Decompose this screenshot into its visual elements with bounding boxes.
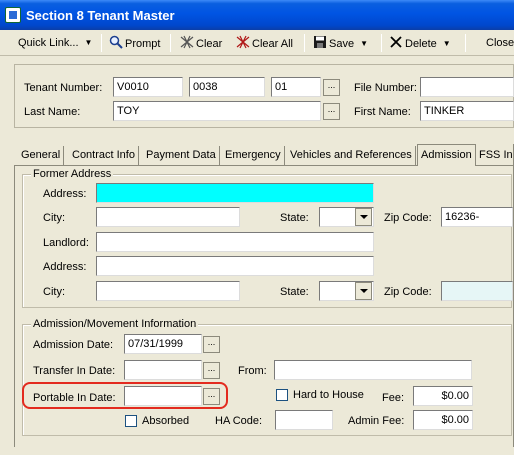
- tab-strip: General Contract Info Payment Data Emerg…: [14, 144, 514, 166]
- landlord-zip-code-field[interactable]: [441, 281, 513, 301]
- city-field[interactable]: [96, 207, 240, 227]
- clear-button[interactable]: Clear: [180, 35, 222, 51]
- tenant-number-lookup-button[interactable]: ...: [323, 79, 340, 96]
- prompt-button[interactable]: Prompt: [109, 35, 160, 51]
- tab-emergency[interactable]: Emergency: [222, 146, 285, 166]
- tenant-number-label: Tenant Number:: [24, 82, 103, 94]
- toolbar-separator: [101, 34, 102, 52]
- clear-all-button[interactable]: Clear All: [236, 35, 293, 51]
- landlord-address-label: Address:: [43, 261, 87, 273]
- admission-date-label: Admission Date:: [33, 339, 114, 351]
- last-name-field[interactable]: TOY: [113, 101, 321, 121]
- admission-date-picker-button[interactable]: ...: [203, 336, 220, 353]
- landlord-zip-code-label: Zip Code:: [384, 286, 432, 298]
- close-label: Close: [486, 37, 514, 49]
- hard-to-house-checkbox[interactable]: [276, 389, 288, 401]
- toolbar-separator: [465, 34, 466, 52]
- tab-vehicles-and-references[interactable]: Vehicles and References: [287, 146, 416, 166]
- toolbar-separator: [304, 34, 305, 52]
- title-bar: Section 8 Tenant Master: [0, 0, 514, 30]
- toolbar-separator: [381, 34, 382, 52]
- clear-all-icon: [236, 35, 250, 49]
- absorbed-label: Absorbed: [142, 415, 190, 427]
- clear-icon: [180, 35, 194, 49]
- tab-payment-data[interactable]: Payment Data: [143, 146, 220, 166]
- hard-to-house-label: Hard to House: [293, 389, 364, 401]
- chevron-down-icon: ▼: [84, 38, 93, 47]
- zip-code-field[interactable]: 16236-: [441, 207, 513, 227]
- clear-label: Clear: [196, 38, 223, 50]
- window-bottom-edge: [0, 447, 514, 455]
- fee-field[interactable]: $0.00: [413, 386, 473, 406]
- landlord-field[interactable]: [96, 232, 374, 252]
- close-button[interactable]: Close: [486, 35, 514, 51]
- tab-general[interactable]: General: [18, 146, 65, 166]
- toolbar-separator: [170, 34, 171, 52]
- ha-code-label: HA Code:: [215, 415, 263, 427]
- landlord-city-label: City:: [43, 286, 65, 298]
- transfer-in-date-field[interactable]: [124, 360, 202, 380]
- tenant-number-field-1[interactable]: V0010: [113, 77, 183, 97]
- last-name-label: Last Name:: [24, 106, 81, 118]
- tenant-number-field-3[interactable]: 01: [271, 77, 321, 97]
- first-name-label: First Name:: [354, 106, 411, 118]
- last-name-lookup-button[interactable]: ...: [323, 103, 340, 120]
- tab-admission[interactable]: Admission: [417, 144, 476, 166]
- app-icon: [5, 7, 21, 23]
- chevron-down-icon[interactable]: [355, 208, 372, 226]
- highlight-annotation: [22, 382, 228, 409]
- address-field[interactable]: [96, 183, 374, 203]
- address-label: Address:: [43, 188, 87, 200]
- fee-label: Fee:: [382, 392, 405, 404]
- save-label: Save: [329, 38, 355, 50]
- quick-link-button[interactable]: Quick Link... ▼: [18, 35, 92, 51]
- state-label: State:: [280, 212, 309, 224]
- from-field[interactable]: [274, 360, 472, 380]
- magnifier-icon: [109, 35, 123, 49]
- admission-date-field[interactable]: 07/31/1999: [124, 334, 202, 354]
- close-x-icon: [389, 35, 403, 48]
- delete-label: Delete: [405, 38, 437, 50]
- from-label: From:: [238, 365, 267, 377]
- chevron-down-icon[interactable]: [355, 282, 372, 300]
- tab-contract-info[interactable]: Contract Info: [69, 146, 139, 166]
- toolbar: Quick Link... ▼ Prompt Clear Clear All Sa…: [0, 30, 514, 56]
- chevron-down-icon: ▼: [360, 39, 368, 48]
- clear-all-label: Clear All: [252, 38, 293, 50]
- save-button[interactable]: Save ▼: [313, 35, 368, 51]
- admin-fee-label: Admin Fee:: [348, 415, 405, 427]
- file-number-field[interactable]: [420, 77, 514, 97]
- city-label: City:: [43, 212, 65, 224]
- admission-movement-title: Admission/Movement Information: [31, 318, 199, 330]
- zip-code-label: Zip Code:: [384, 212, 432, 224]
- ha-code-field[interactable]: [275, 410, 333, 430]
- tenant-number-field-2[interactable]: 0038: [189, 77, 265, 97]
- former-address-title: Former Address: [31, 168, 114, 180]
- landlord-address-field[interactable]: [96, 256, 374, 276]
- transfer-in-date-picker-button[interactable]: ...: [203, 362, 220, 379]
- window-title: Section 8 Tenant Master: [26, 8, 175, 23]
- transfer-in-date-label: Transfer In Date:: [33, 365, 116, 377]
- prompt-label: Prompt: [125, 38, 161, 50]
- absorbed-checkbox[interactable]: [125, 415, 137, 427]
- file-number-label: File Number:: [354, 82, 417, 94]
- first-name-field[interactable]: TINKER: [420, 101, 514, 121]
- landlord-label: Landlord:: [43, 237, 89, 249]
- chevron-down-icon: ▼: [442, 39, 451, 48]
- tab-fss-in[interactable]: FSS In: [476, 146, 514, 166]
- floppy-disk-icon: [313, 35, 327, 48]
- admin-fee-field[interactable]: $0.00: [413, 410, 473, 430]
- landlord-state-label: State:: [280, 286, 309, 298]
- delete-button[interactable]: Delete ▼: [389, 35, 451, 51]
- landlord-city-field[interactable]: [96, 281, 240, 301]
- quick-link-label: Quick Link...: [18, 37, 79, 49]
